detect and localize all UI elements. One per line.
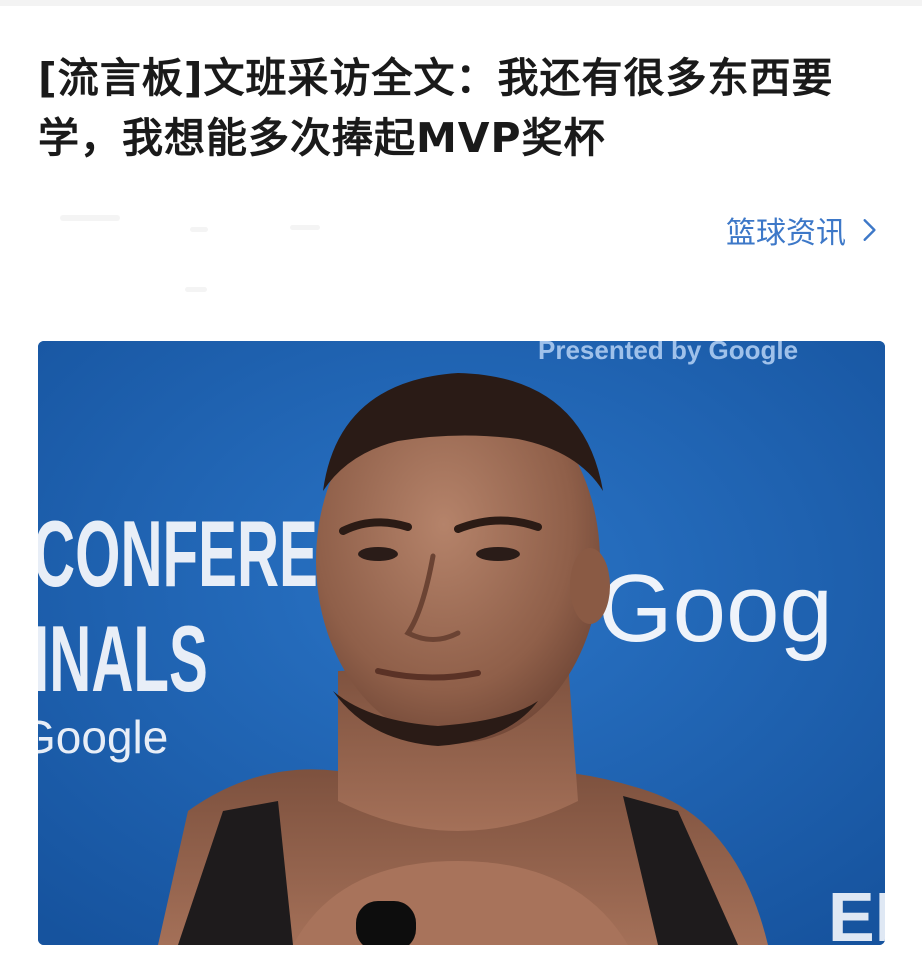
backdrop-text-bottom-right: ED xyxy=(828,878,885,945)
category-label: 篮球资讯 xyxy=(726,216,846,251)
top-divider xyxy=(0,0,922,6)
chevron-right-icon xyxy=(863,219,876,241)
backdrop-text-top: Presented by Google xyxy=(538,341,798,365)
article-photo[interactable]: Presented by Google CONFEREN INALS Googl… xyxy=(38,341,885,945)
backdrop-text-right: Goog xyxy=(598,555,833,662)
player-press-conference-image: Presented by Google CONFEREN INALS Googl… xyxy=(38,341,885,945)
category-link[interactable]: 篮球资讯 xyxy=(726,208,882,252)
backdrop-text-left2: INALS xyxy=(38,606,208,712)
blurred-meta-info xyxy=(40,205,360,300)
backdrop-text-left3: Google xyxy=(38,711,168,763)
backdrop-text-left1: CONFEREN xyxy=(38,501,360,607)
article-title: [流言板]文班采访全文：我还有很多东西要学，我想能多次捧起MVP奖杯 xyxy=(38,54,834,162)
